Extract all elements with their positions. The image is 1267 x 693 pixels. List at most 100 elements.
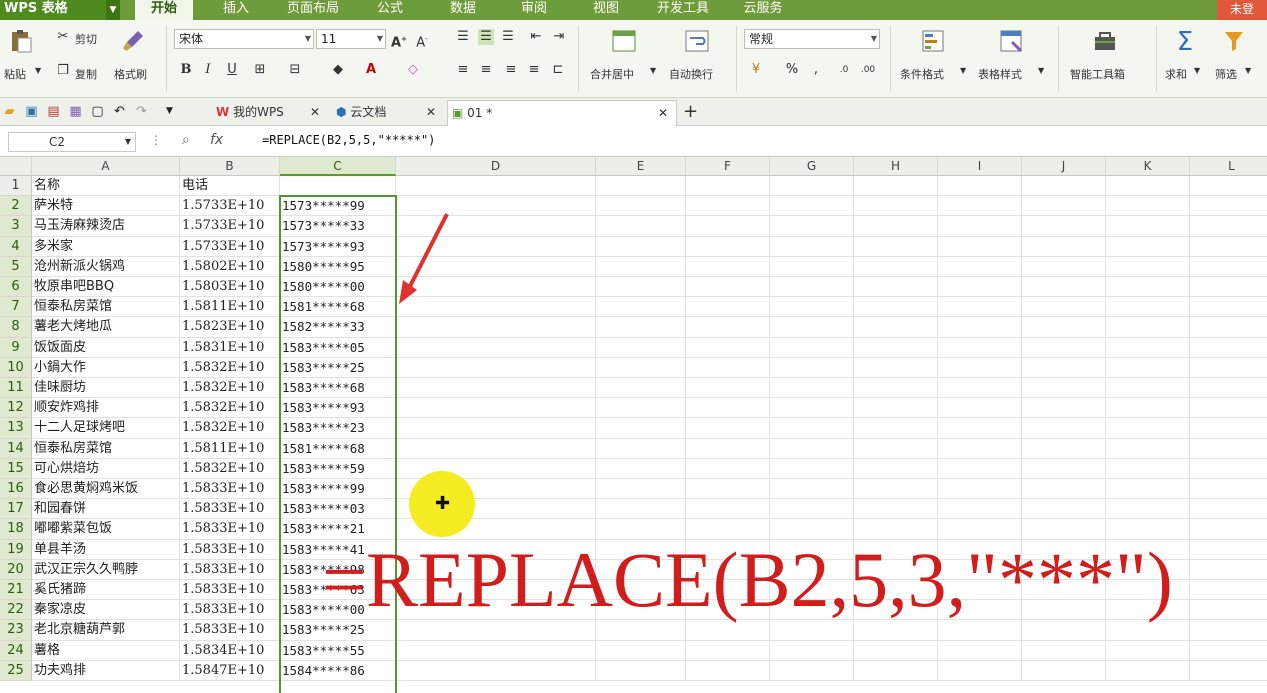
- empty-cell[interactable]: [854, 620, 938, 641]
- empty-cell[interactable]: [1190, 600, 1267, 621]
- empty-cell[interactable]: [854, 196, 938, 217]
- empty-cell[interactable]: [770, 196, 854, 217]
- cell-c[interactable]: 1573*****93: [280, 236, 396, 257]
- empty-cell[interactable]: [938, 297, 1022, 318]
- empty-cell[interactable]: [1106, 196, 1190, 217]
- row-header[interactable]: 12: [0, 398, 32, 419]
- scissors-icon[interactable]: ✂: [55, 29, 71, 45]
- empty-cell[interactable]: [938, 337, 1022, 358]
- empty-cell[interactable]: [596, 337, 686, 358]
- cell-b[interactable]: 1.5733E+10: [180, 236, 280, 257]
- empty-cell[interactable]: [396, 398, 596, 419]
- column-header-i[interactable]: I: [938, 157, 1022, 176]
- empty-cell[interactable]: [854, 216, 938, 237]
- indent-increase-icon[interactable]: ⇥: [551, 29, 567, 45]
- tab-insert[interactable]: 插入: [210, 0, 262, 20]
- empty-cell[interactable]: [1022, 256, 1106, 277]
- empty-cell[interactable]: [686, 620, 770, 641]
- empty-cell[interactable]: [854, 297, 938, 318]
- tab-page-layout[interactable]: 页面布局: [278, 0, 348, 20]
- print-icon[interactable]: ▦: [68, 104, 83, 119]
- empty-cell[interactable]: [938, 660, 1022, 681]
- chevron-down-icon[interactable]: ▼: [650, 66, 656, 75]
- cell-c[interactable]: 1580*****00: [280, 277, 396, 298]
- clear-format-icon[interactable]: ◇: [405, 62, 421, 78]
- row-header[interactable]: 2: [0, 196, 32, 217]
- cell-c[interactable]: 1583*****99: [280, 479, 396, 500]
- empty-cell[interactable]: [770, 277, 854, 298]
- merge-cells-icon[interactable]: [611, 28, 637, 54]
- cell-b[interactable]: 1.5803E+10: [180, 277, 280, 298]
- chevron-down-icon[interactable]: ▼: [871, 30, 877, 48]
- cell-a[interactable]: 食必思黄焖鸡米饭: [32, 479, 180, 500]
- sum-button[interactable]: 求和: [1165, 66, 1187, 82]
- cell-c[interactable]: 1583*****68: [280, 378, 396, 399]
- font-name-select[interactable]: 宋体 ▼: [174, 29, 314, 49]
- empty-cell[interactable]: [1022, 499, 1106, 520]
- format-painter-button[interactable]: 格式刷: [114, 66, 147, 82]
- empty-cell[interactable]: [1190, 519, 1267, 540]
- font-color-icon[interactable]: A: [363, 62, 379, 78]
- align-bottom-icon[interactable]: ☰: [500, 29, 516, 45]
- row-header[interactable]: 18: [0, 519, 32, 540]
- close-icon[interactable]: ✕: [426, 100, 436, 124]
- cell-c[interactable]: 1573*****33: [280, 216, 396, 237]
- empty-cell[interactable]: [1190, 398, 1267, 419]
- empty-cell[interactable]: [1106, 256, 1190, 277]
- font-size-select[interactable]: 11 ▼: [316, 29, 386, 49]
- empty-cell[interactable]: [770, 660, 854, 681]
- empty-cell[interactable]: [1022, 317, 1106, 338]
- empty-cell[interactable]: [770, 620, 854, 641]
- empty-cell[interactable]: [938, 216, 1022, 237]
- bold-icon[interactable]: B: [178, 62, 194, 78]
- empty-cell[interactable]: [596, 660, 686, 681]
- empty-cell[interactable]: [396, 418, 596, 439]
- column-header-e[interactable]: E: [596, 157, 686, 176]
- table-style-button[interactable]: 表格样式: [978, 66, 1022, 82]
- increase-decimal-icon[interactable]: .0: [836, 62, 852, 78]
- empty-cell[interactable]: [1190, 540, 1267, 560]
- empty-cell[interactable]: [770, 378, 854, 399]
- empty-cell[interactable]: [396, 640, 596, 661]
- empty-cell[interactable]: [770, 236, 854, 257]
- empty-cell[interactable]: [938, 620, 1022, 641]
- column-header-d[interactable]: D: [396, 157, 596, 176]
- tab-cloud-docs[interactable]: ⬢ 云文档 ✕: [332, 100, 444, 126]
- cell-a[interactable]: 名称: [32, 176, 180, 197]
- empty-cell[interactable]: [854, 640, 938, 661]
- redo-icon[interactable]: ↷: [134, 104, 149, 119]
- column-header-b[interactable]: B: [180, 157, 280, 176]
- thousands-icon[interactable]: ,: [808, 62, 824, 78]
- cell-a[interactable]: 恒泰私房菜馆: [32, 438, 180, 459]
- empty-cell[interactable]: [1106, 640, 1190, 661]
- italic-icon[interactable]: I: [200, 62, 216, 78]
- cell-c[interactable]: 1583*****05: [280, 337, 396, 358]
- empty-cell[interactable]: [596, 196, 686, 217]
- close-icon[interactable]: ✕: [658, 101, 668, 125]
- row-header[interactable]: 1: [0, 176, 32, 197]
- empty-cell[interactable]: [1022, 337, 1106, 358]
- empty-cell[interactable]: [596, 479, 686, 500]
- empty-cell[interactable]: [1190, 277, 1267, 298]
- chevron-down-icon[interactable]: ▼: [106, 0, 120, 20]
- cell-b[interactable]: 1.5847E+10: [180, 660, 280, 681]
- cell-b[interactable]: 1.5833E+10: [180, 620, 280, 641]
- empty-cell[interactable]: [770, 256, 854, 277]
- empty-cell[interactable]: [770, 337, 854, 358]
- cell-b[interactable]: 1.5832E+10: [180, 378, 280, 399]
- align-left-icon[interactable]: ≡: [455, 62, 471, 78]
- cell-c[interactable]: 1583*****25: [280, 357, 396, 378]
- row-header[interactable]: 25: [0, 660, 32, 681]
- empty-cell[interactable]: [1022, 438, 1106, 459]
- tab-formulas[interactable]: 公式: [362, 0, 418, 20]
- empty-cell[interactable]: [854, 499, 938, 520]
- empty-cell[interactable]: [1022, 398, 1106, 419]
- border-icon[interactable]: ⊞: [252, 62, 268, 78]
- empty-cell[interactable]: [770, 640, 854, 661]
- empty-cell[interactable]: [1190, 620, 1267, 641]
- table-style-icon[interactable]: [998, 28, 1024, 54]
- column-header-c[interactable]: C: [280, 157, 396, 176]
- row-header[interactable]: 17: [0, 499, 32, 520]
- tab-document[interactable]: ▣ 01 * ✕: [447, 100, 677, 126]
- empty-cell[interactable]: [686, 640, 770, 661]
